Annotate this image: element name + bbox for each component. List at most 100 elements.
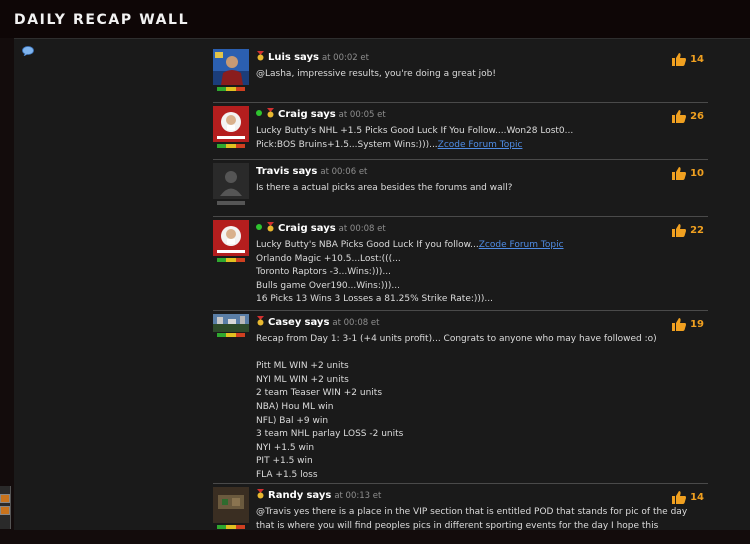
like-button[interactable]: 14	[672, 491, 704, 504]
author-name[interactable]: Craig	[278, 223, 308, 234]
craig-logo-avatar[interactable]	[213, 220, 249, 256]
wall-post: Craig says at 00:08 et Lucky Butty's NBA …	[213, 217, 708, 311]
medal-icon	[267, 222, 274, 232]
post-time: at 00:13 et	[334, 491, 382, 501]
thumbs-up-icon	[672, 224, 687, 237]
default-user-avatar[interactable]	[213, 163, 249, 199]
post-text-line	[256, 347, 708, 361]
post-header: Randy says at 00:13 et	[256, 484, 708, 503]
post-time: at 00:08 et	[338, 224, 386, 234]
like-count: 19	[690, 319, 704, 330]
post-text-line: 16 Picks 13 Wins 3 Losses a 81.25% Strik…	[256, 294, 494, 305]
forum-topic-link[interactable]: Zcode Forum Topic	[438, 140, 523, 150]
post-text-line: Is there a actual picks area besides the…	[256, 183, 513, 193]
thumbs-up-icon	[672, 53, 687, 66]
thumbs-up-icon	[672, 167, 687, 180]
post-text-line: Pitt ML WIN +2 units	[256, 361, 349, 372]
side-toolbar[interactable]	[0, 486, 11, 529]
post-body: @Travis yes there is a place in the VIP …	[256, 503, 708, 541]
reputation-bar	[217, 144, 245, 148]
author-name[interactable]: Travis	[256, 166, 289, 177]
wall-post: Craig says at 00:05 et Lucky Butty's NHL …	[213, 103, 708, 160]
post-text-line: PIT +1.5 win	[256, 456, 313, 467]
post-text-line: 2 team Teaser WIN +2 units	[256, 388, 383, 399]
online-status-icon	[256, 110, 262, 116]
post-text-line: NYI +1.5 win	[256, 442, 315, 453]
craig-logo-avatar[interactable]	[213, 106, 249, 142]
wall-post: Randy says at 00:13 et @Travis yes there …	[213, 484, 708, 544]
like-button[interactable]: 26	[672, 110, 704, 123]
author-name[interactable]: Casey	[268, 317, 301, 328]
post-body: @Lasha, impressive results, you're doing…	[256, 65, 708, 90]
author-name[interactable]: Craig	[278, 109, 308, 120]
post-header: Craig says at 00:05 et	[256, 103, 708, 122]
post-body: Is there a actual picks area besides the…	[256, 179, 708, 204]
post-text-line: that is where you will find peoples pics…	[256, 520, 659, 531]
reputation-bar	[217, 525, 245, 529]
like-count: 10	[690, 168, 704, 179]
medal-icon	[257, 316, 264, 326]
like-count: 14	[690, 54, 704, 65]
medal-icon	[257, 51, 264, 61]
says-label: says	[294, 52, 319, 63]
post-text-line: NYI ML WIN +2 units	[256, 374, 349, 385]
reputation-bar	[217, 87, 245, 91]
casey-stadium-avatar[interactable]	[213, 314, 249, 332]
post-header: Travis says at 00:06 et	[256, 160, 708, 179]
post-text-line: Bulls game Over190...Wins:)))...	[256, 280, 400, 291]
like-count: 14	[690, 492, 704, 503]
post-time: at 00:08 et	[332, 318, 380, 328]
post-time: at 00:02 et	[321, 53, 369, 63]
says-label: says	[310, 109, 336, 120]
luis-photo-avatar[interactable]	[213, 49, 249, 85]
post-text-line: Recap from Day 1: 3-1 (+4 units profit).…	[256, 334, 657, 344]
like-button[interactable]: 14	[672, 53, 704, 66]
medal-icon	[257, 489, 264, 499]
chat-bubble-icon[interactable]	[22, 46, 34, 56]
like-count: 26	[690, 111, 704, 122]
wall-post: Casey says at 00:08 et Recap from Day 1: …	[213, 311, 708, 484]
post-time: at 00:06 et	[320, 167, 368, 177]
medal-icon	[267, 108, 274, 118]
like-button[interactable]: 22	[672, 224, 704, 237]
side-toolbar-button[interactable]	[0, 506, 10, 515]
wall-post: Luis says at 00:02 et @Lasha, impressive …	[213, 46, 708, 103]
post-text-line: Orlando Magic +10.5...Lost:(((...	[256, 253, 401, 264]
post-header: Luis says at 00:02 et	[256, 46, 708, 65]
like-button[interactable]: 10	[672, 167, 704, 180]
post-text-line: NBA) Hou ML win	[256, 401, 334, 412]
post-text-line: @Travis yes there is a place in the VIP …	[256, 507, 688, 517]
post-body: Recap from Day 1: 3-1 (+4 units profit).…	[256, 330, 708, 491]
post-header: Casey says at 00:08 et	[256, 311, 708, 330]
side-toolbar-button[interactable]	[0, 494, 10, 503]
reputation-bar	[217, 258, 245, 262]
forum-topic-link[interactable]: Zcode Forum Topic	[479, 240, 564, 250]
says-label: says	[306, 490, 332, 501]
like-button[interactable]: 19	[672, 318, 704, 331]
online-status-icon	[256, 224, 262, 230]
says-label: says	[304, 317, 330, 328]
page-title: DAILY RECAP WALL	[14, 12, 190, 28]
author-name[interactable]: Luis	[268, 52, 291, 63]
says-label: says	[310, 223, 336, 234]
post-text-line: @Lasha, impressive results, you're doing…	[256, 69, 496, 79]
post-text-line: Pick:BOS Bruins+1.5...System Wins:)))...	[256, 139, 438, 150]
recap-feed: Luis says at 00:02 et @Lasha, impressive …	[213, 46, 708, 544]
author-name[interactable]: Randy	[268, 490, 303, 501]
post-text-line: Toronto Raptors -3...Wins:)))...	[256, 267, 391, 278]
post-body: Lucky Butty's NHL +1.5 Picks Good Luck I…	[256, 122, 708, 160]
post-time: at 00:05 et	[338, 110, 386, 120]
randy-photo-avatar[interactable]	[213, 487, 249, 523]
reputation-bar	[217, 333, 245, 337]
post-text-line: 3 team NHL parlay LOSS -2 units	[256, 429, 404, 440]
thumbs-up-icon	[672, 491, 687, 504]
post-text-line: FLA +1.5 loss	[256, 469, 318, 480]
post-text-line: Lucky Butty's NBA Picks Good Luck If you…	[256, 240, 479, 250]
says-label: says	[292, 166, 318, 177]
thumbs-up-icon	[672, 318, 687, 331]
post-body: Lucky Butty's NBA Picks Good Luck If you…	[256, 236, 708, 315]
wall-post: Travis says at 00:06 et Is there a actual…	[213, 160, 708, 217]
like-count: 22	[690, 225, 704, 236]
thumbs-up-icon	[672, 110, 687, 123]
post-text-line: Lucky Butty's NHL +1.5 Picks Good Luck I…	[256, 126, 574, 136]
